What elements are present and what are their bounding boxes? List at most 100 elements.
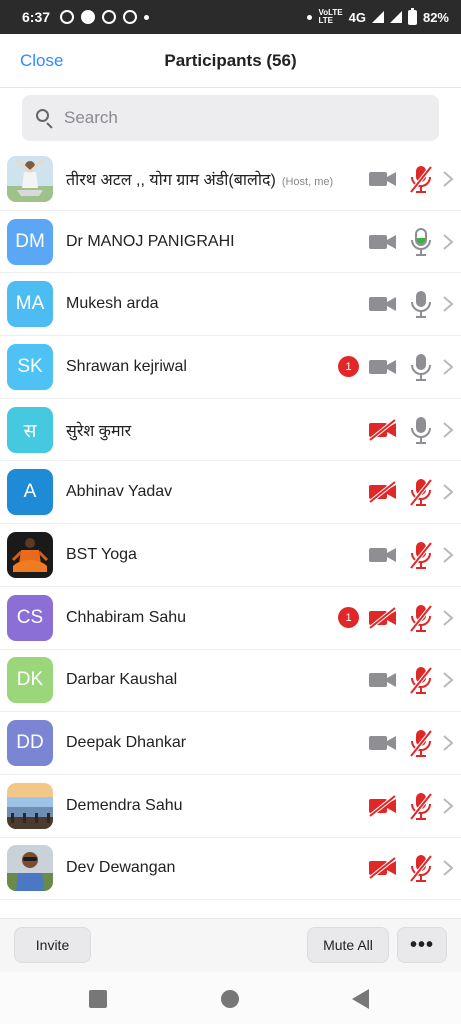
signal-icon bbox=[371, 11, 384, 23]
microphone-muted-icon bbox=[408, 540, 434, 570]
microphone-muted-icon bbox=[408, 728, 434, 758]
search-input[interactable] bbox=[64, 108, 404, 128]
chevron-right-icon bbox=[441, 483, 455, 501]
notification-dot-icon bbox=[307, 14, 313, 20]
participant-name-text: Abhinav Yadav bbox=[66, 483, 173, 501]
more-notifications-icon bbox=[144, 14, 150, 20]
participant-name-text: सुरेश कुमार bbox=[66, 422, 132, 440]
participant-row[interactable]: SK Shrawan kejriwal 1 bbox=[0, 336, 461, 399]
back-button[interactable] bbox=[352, 989, 369, 1009]
video-stopped-icon bbox=[368, 856, 398, 880]
volte-indicator: VoLTE LTE bbox=[318, 8, 343, 25]
chat-badge: 1 bbox=[338, 607, 359, 629]
participant-name: Shrawan kejriwal bbox=[66, 358, 187, 376]
video-stopped-icon bbox=[368, 480, 398, 504]
chevron-right-icon bbox=[441, 358, 455, 376]
participant-row[interactable]: DM Dr MANOJ PANIGRAHI bbox=[0, 211, 461, 274]
chrome-icon bbox=[102, 10, 117, 24]
avatar: A bbox=[7, 469, 53, 516]
chevron-right-icon bbox=[441, 170, 455, 188]
microphone-icon bbox=[408, 352, 434, 382]
participant-name: Deepak Dhankar bbox=[66, 734, 186, 752]
header: Close Participants (56) bbox=[0, 34, 461, 88]
participant-name: Mukesh arda bbox=[66, 295, 159, 313]
page-title: Participants (56) bbox=[164, 51, 297, 70]
participant-name-text: Chhabiram Sahu bbox=[66, 608, 187, 626]
participant-name: तीरथ अटल ,, योग ग्राम अंडी(बालोद) (Host, … bbox=[66, 168, 333, 190]
participant-name: Dr MANOJ PANIGRAHI bbox=[66, 233, 235, 251]
participant-row[interactable]: MA Mukesh arda bbox=[0, 273, 461, 337]
participant-name: Chhabiram Sahu bbox=[66, 609, 186, 627]
avatar: DM bbox=[7, 218, 53, 265]
avatar: SK bbox=[7, 343, 53, 390]
video-camera-icon bbox=[368, 668, 398, 692]
participant-name: Dev Dewangan bbox=[66, 859, 175, 877]
video-camera-icon bbox=[368, 355, 398, 379]
microphone-icon bbox=[408, 227, 434, 257]
avatar-initials: DK bbox=[16, 669, 44, 691]
participant-row[interactable]: Dev Dewangan bbox=[0, 838, 461, 901]
participant-role: (Host, me) bbox=[281, 175, 334, 188]
video-camera-icon bbox=[368, 230, 398, 254]
participant-name-text: BST Yoga bbox=[66, 545, 137, 563]
video-camera-icon bbox=[368, 731, 398, 755]
avatar bbox=[7, 782, 53, 829]
more-options-button[interactable]: ••• bbox=[397, 927, 447, 963]
microphone-muted-icon bbox=[408, 791, 434, 821]
chat-badge: 1 bbox=[338, 356, 359, 378]
microphone-muted-icon bbox=[408, 477, 434, 507]
search-box[interactable] bbox=[22, 95, 439, 141]
participant-row[interactable]: DD Deepak Dhankar bbox=[0, 712, 461, 775]
avatar bbox=[7, 845, 53, 892]
participant-name: सुरेश कुमार bbox=[66, 419, 131, 441]
avatar-initials: DM bbox=[15, 230, 45, 252]
close-button[interactable]: Close bbox=[20, 51, 63, 71]
chevron-right-icon bbox=[441, 295, 455, 313]
system-nav-bar bbox=[0, 972, 461, 1024]
microphone-icon bbox=[408, 289, 434, 319]
participant-name-text: Dev Dewangan bbox=[66, 859, 176, 877]
participant-name-text: Deepak Dhankar bbox=[66, 734, 187, 752]
avatar-initials: SK bbox=[17, 355, 43, 377]
participant-row[interactable]: DK Darbar Kaushal bbox=[0, 650, 461, 713]
participant-name-text: तीरथ अटल ,, योग ग्राम अंडी(बालोद) bbox=[66, 171, 276, 189]
chevron-right-icon bbox=[441, 609, 455, 627]
participant-row[interactable]: A Abhinav Yadav bbox=[0, 461, 461, 525]
participant-row[interactable]: स सुरेश कुमार bbox=[0, 399, 461, 462]
participant-row[interactable]: Demendra Sahu bbox=[0, 775, 461, 838]
avatar-initials: CS bbox=[16, 606, 44, 628]
home-button[interactable] bbox=[221, 990, 239, 1008]
video-camera-icon bbox=[368, 292, 398, 316]
avatar-initials: MA bbox=[15, 293, 45, 315]
participant-name: BST Yoga bbox=[66, 546, 137, 564]
video-camera-icon bbox=[368, 167, 398, 191]
search-icon bbox=[34, 107, 56, 129]
avatar-initials: A bbox=[23, 481, 37, 503]
participant-name-text: Darbar Kaushal bbox=[66, 671, 178, 689]
battery-percent: 82% bbox=[422, 9, 449, 25]
network-type: 4G bbox=[348, 9, 366, 25]
video-stopped-icon bbox=[368, 606, 398, 630]
participant-row[interactable]: CS Chhabiram Sahu 1 bbox=[0, 587, 461, 650]
video-camera-icon bbox=[368, 543, 398, 567]
message-icon bbox=[81, 10, 96, 24]
participant-list: तीरथ अटल ,, योग ग्राम अंडी(बालोद) (Host, … bbox=[0, 148, 461, 901]
invite-button[interactable]: Invite bbox=[14, 927, 91, 963]
participant-name-text: Shrawan kejriwal bbox=[66, 357, 187, 375]
mute-all-button[interactable]: Mute All bbox=[307, 927, 389, 963]
participant-row[interactable]: तीरथ अटल ,, योग ग्राम अंडी(बालोद) (Host, … bbox=[0, 148, 461, 211]
avatar: DD bbox=[7, 720, 53, 767]
chevron-right-icon bbox=[441, 859, 455, 877]
avatar bbox=[7, 531, 53, 578]
avatar: CS bbox=[7, 594, 53, 641]
microphone-muted-icon bbox=[408, 164, 434, 194]
avatar-initials: DD bbox=[16, 732, 44, 754]
recent-apps-button[interactable] bbox=[89, 990, 107, 1008]
avatar-initials: स bbox=[23, 420, 37, 442]
participant-row[interactable]: BST Yoga bbox=[0, 524, 461, 587]
participant-name: Abhinav Yadav bbox=[66, 483, 172, 501]
participant-name-text: Demendra Sahu bbox=[66, 796, 183, 814]
avatar: MA bbox=[7, 281, 53, 328]
video-stopped-icon bbox=[368, 418, 398, 442]
status-time: 6:37 bbox=[22, 9, 51, 25]
